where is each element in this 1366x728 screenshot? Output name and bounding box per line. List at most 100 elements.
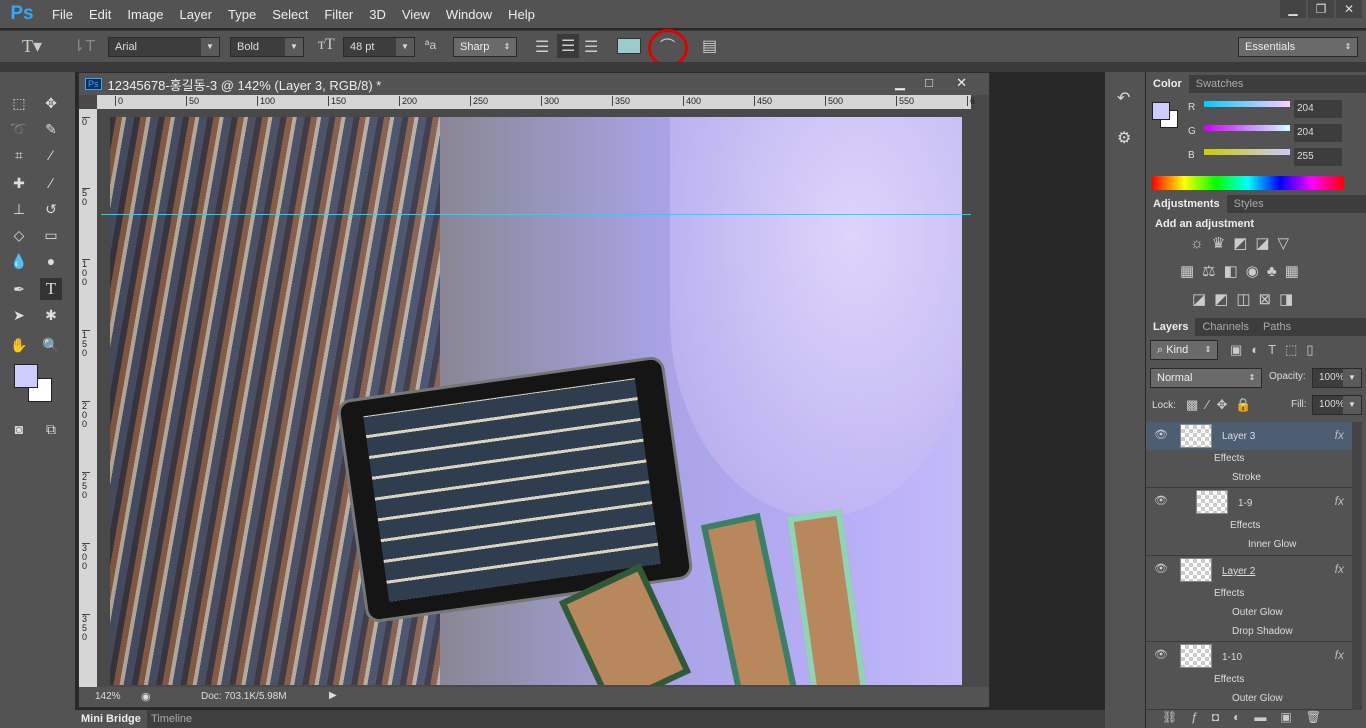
layer-name[interactable]: Layer 3	[1222, 431, 1255, 442]
r-value[interactable]: 204	[1294, 100, 1342, 118]
g-slider[interactable]	[1204, 125, 1290, 131]
canvas-image[interactable]	[110, 117, 962, 685]
r-slider[interactable]	[1204, 101, 1290, 107]
stamp-tool-icon[interactable]: ⊥	[8, 198, 30, 220]
tab-mini-bridge[interactable]: Mini Bridge	[75, 710, 147, 728]
adjustment-icons-row1[interactable]: ☼♛◩◪▽	[1190, 234, 1297, 252]
tab-styles[interactable]: Styles	[1227, 195, 1271, 213]
visibility-eye-icon[interactable]: 👁	[1154, 428, 1168, 441]
b-slider[interactable]	[1204, 149, 1290, 155]
doc-close-button[interactable]: ✕	[956, 75, 967, 91]
align-right-icon[interactable]: ☰	[584, 37, 598, 57]
layer-filter-select[interactable]: ⌕ Kind ⇕	[1150, 340, 1218, 360]
menu-filter[interactable]: Filter	[316, 7, 361, 22]
properties-panel-icon[interactable]: ⚙	[1117, 128, 1131, 148]
screen-mode-icon[interactable]: ⧉	[40, 418, 62, 440]
healing-tool-icon[interactable]: ✚	[8, 172, 30, 194]
b-value[interactable]: 255	[1294, 148, 1342, 166]
layer-name[interactable]: Layer 2	[1222, 566, 1255, 577]
font-family-select[interactable]: Arial ▼	[108, 37, 220, 57]
menu-3d[interactable]: 3D	[361, 7, 394, 22]
tab-color[interactable]: Color	[1146, 75, 1189, 93]
fx-icon[interactable]: fx	[1335, 562, 1344, 576]
menu-edit[interactable]: Edit	[81, 7, 119, 22]
guide-line[interactable]	[101, 214, 971, 215]
doc-maximize-button[interactable]: □	[925, 75, 933, 90]
foreground-color[interactable]	[14, 364, 38, 388]
color-ramp[interactable]	[1152, 176, 1344, 190]
align-left-icon[interactable]: ☰	[535, 37, 549, 57]
close-button[interactable]: ✕	[1336, 0, 1362, 18]
lock-icons[interactable]: ▩∕✥🔒	[1186, 397, 1260, 413]
status-menu-arrow[interactable]: ▶	[329, 690, 337, 701]
quick-mask-icon[interactable]: ◙	[8, 418, 30, 440]
layers-scrollbar[interactable]	[1352, 422, 1362, 710]
font-size-select[interactable]: 48 pt ▼	[343, 37, 415, 57]
menu-file[interactable]: File	[44, 7, 81, 22]
history-brush-icon[interactable]: ↺	[40, 198, 62, 220]
fill-input[interactable]: 100% ▼	[1312, 395, 1362, 415]
layer-row-layer-3[interactable]: 👁 Layer 3 fx Effects Stroke	[1146, 422, 1352, 488]
marquee-tool-icon[interactable]: ⬚	[8, 92, 30, 114]
effect-stroke[interactable]: Stroke	[1232, 472, 1261, 483]
workspace-select[interactable]: Essentials ⇕	[1238, 37, 1358, 57]
character-panel-icon[interactable]: ▤	[702, 36, 717, 56]
layers-bottom-icons[interactable]: ⛓ƒ◘◐▬▣🗑	[1146, 710, 1366, 728]
menu-window[interactable]: Window	[438, 7, 500, 22]
effect-drop-shadow[interactable]: Drop Shadow	[1232, 626, 1293, 637]
move-tool-icon[interactable]: ✥	[40, 92, 62, 114]
hand-tool-icon[interactable]: ✋	[8, 334, 30, 356]
menu-layer[interactable]: Layer	[172, 7, 221, 22]
restore-button[interactable]: ❐	[1308, 0, 1334, 18]
g-value[interactable]: 204	[1294, 124, 1342, 142]
pen-tool-icon[interactable]: ✒	[8, 278, 30, 300]
visibility-eye-icon[interactable]: 👁	[1154, 648, 1168, 661]
antialias-select[interactable]: Sharp ⇕	[453, 37, 517, 57]
opacity-input[interactable]: 100% ▼	[1312, 368, 1362, 388]
lasso-tool-icon[interactable]: ➰	[8, 118, 30, 140]
fx-icon[interactable]: fx	[1335, 648, 1344, 662]
font-style-select[interactable]: Bold ▼	[230, 37, 304, 57]
eraser-tool-icon[interactable]: ◇	[8, 224, 30, 246]
blend-mode-select[interactable]: Normal ⇕	[1150, 368, 1262, 388]
visibility-eye-icon[interactable]: 👁	[1154, 562, 1168, 575]
menu-type[interactable]: Type	[220, 7, 264, 22]
tab-paths[interactable]: Paths	[1256, 318, 1298, 336]
tab-channels[interactable]: Channels	[1195, 318, 1255, 336]
eyedropper-tool-icon[interactable]: ⁄	[40, 144, 62, 166]
layer-row-layer-2[interactable]: 👁 Layer 2 fx Effects Outer Glow Drop Sha…	[1146, 556, 1352, 642]
fx-icon[interactable]: fx	[1335, 494, 1344, 508]
layer-row-1-9[interactable]: 👁 1-9 fx Effects Inner Glow	[1146, 488, 1352, 556]
toggle-text-orientation-icon[interactable]: ⇂T	[72, 36, 95, 56]
tab-adjustments[interactable]: Adjustments	[1146, 195, 1227, 213]
align-center-icon[interactable]: ☰	[557, 34, 580, 58]
adjustment-icons-row3[interactable]: ◪◩◫⊠◨	[1192, 290, 1301, 308]
layer-row-1-10[interactable]: 👁 1-10 fx Effects Outer Glow	[1146, 642, 1352, 710]
effect-inner-glow[interactable]: Inner Glow	[1248, 539, 1296, 550]
layer-filter-icons[interactable]: ▣◐T⬚▯	[1230, 342, 1323, 358]
brush-tool-icon[interactable]: ∕	[40, 172, 62, 194]
menu-select[interactable]: Select	[264, 7, 316, 22]
doc-minimize-button[interactable]: ▁	[895, 75, 905, 91]
gradient-tool-icon[interactable]: ▭	[40, 224, 62, 246]
color-fg-swatch[interactable]	[1152, 102, 1170, 120]
layer-name[interactable]: 1-10	[1222, 652, 1242, 663]
menu-image[interactable]: Image	[119, 7, 171, 22]
adjustment-icons-row2[interactable]: ▦⚖◧◉♣▦	[1180, 262, 1307, 280]
status-info-icon[interactable]: ◉	[141, 690, 151, 703]
tab-timeline[interactable]: Timeline	[151, 713, 192, 725]
dodge-tool-icon[interactable]: ●	[40, 250, 62, 272]
quick-select-tool-icon[interactable]: ✎	[40, 118, 62, 140]
type-tool-icon[interactable]: T	[40, 278, 62, 300]
tab-layers[interactable]: Layers	[1146, 318, 1196, 336]
text-color-swatch[interactable]	[617, 38, 641, 54]
type-tool-preset-icon[interactable]: T▾	[22, 36, 42, 57]
blur-tool-icon[interactable]: 💧	[8, 250, 30, 272]
visibility-eye-icon[interactable]: 👁	[1154, 494, 1168, 507]
menu-view[interactable]: View	[394, 7, 438, 22]
menu-help[interactable]: Help	[500, 7, 543, 22]
path-select-icon[interactable]: ➤	[8, 304, 30, 326]
shape-tool-icon[interactable]: ✱	[40, 304, 62, 326]
fx-icon[interactable]: fx	[1335, 428, 1344, 442]
tab-swatches[interactable]: Swatches	[1189, 75, 1251, 93]
